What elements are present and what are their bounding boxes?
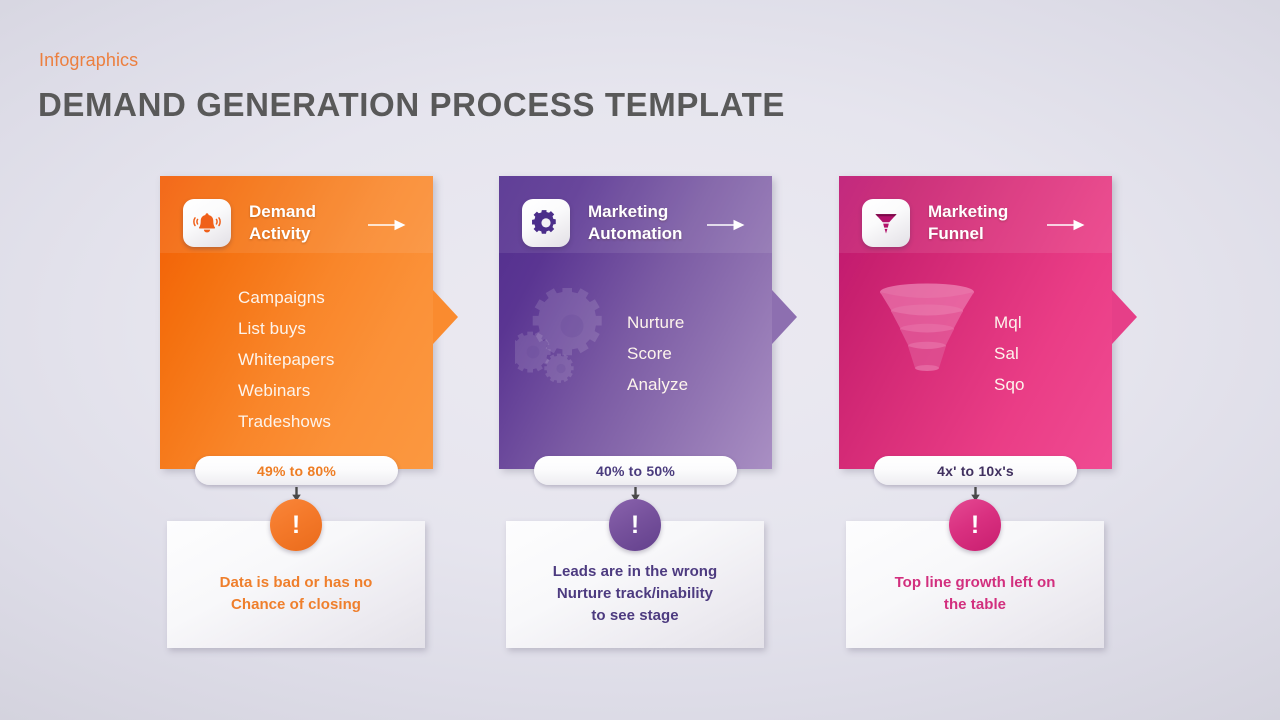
stage-item-list-marketing-automation: Nurture Score Analyze bbox=[627, 307, 688, 400]
stage-item-list-demand-activity: Campaigns List buys Whitepapers Webinars… bbox=[238, 282, 335, 437]
list-item: Analyze bbox=[627, 375, 689, 394]
exclamation-icon: ! bbox=[970, 510, 980, 539]
eyebrow-label: Infographics bbox=[39, 50, 139, 70]
stage-title-line2: Funnel bbox=[928, 224, 984, 243]
stage-title-line1: Marketing bbox=[588, 202, 669, 221]
stage-title-line2: Automation bbox=[588, 224, 683, 243]
stage-column-marketing-automation: Marketing Automation Nurture Score Analy… bbox=[499, 0, 839, 720]
stage-column-demand-activity: Demand Activity Campaigns List buys Whit… bbox=[160, 0, 500, 720]
stage-title-demand-activity: Demand Activity bbox=[249, 201, 379, 245]
stage-title-line1: Marketing bbox=[928, 202, 1009, 221]
list-item: Sal bbox=[994, 344, 1019, 363]
metric-pill-demand-activity: 49% to 80% bbox=[195, 456, 398, 485]
issue-note-line2: Chance of closing bbox=[230, 595, 362, 613]
arrow-right-icon bbox=[707, 219, 745, 231]
list-item: Sqo bbox=[994, 375, 1025, 394]
issue-note-line1: Top line growth left on bbox=[894, 573, 1056, 591]
metric-pill-marketing-funnel: 4x' to 10x's bbox=[874, 456, 1077, 485]
stage-connector-chevron bbox=[1112, 290, 1137, 344]
arrow-right-icon bbox=[1047, 219, 1085, 231]
list-item: Nurture bbox=[627, 313, 685, 332]
list-item: Score bbox=[627, 344, 672, 363]
list-item: Campaigns bbox=[238, 288, 325, 307]
exclamation-icon: ! bbox=[630, 510, 640, 539]
funnel-icon bbox=[862, 199, 910, 247]
list-item: Mql bbox=[994, 313, 1022, 332]
alert-badge-marketing-automation: ! bbox=[609, 499, 661, 551]
issue-note-text: Leads are in the wrong Nurture track/ina… bbox=[553, 561, 717, 627]
stage-title-marketing-automation: Marketing Automation bbox=[588, 201, 718, 245]
stage-column-marketing-funnel: Marketing Funnel Mql Sal Sqo 4x' to 10x'… bbox=[839, 0, 1179, 720]
issue-note-line3: to see stage bbox=[591, 606, 679, 624]
stage-connector-chevron bbox=[433, 290, 458, 344]
arrow-right-icon bbox=[368, 219, 406, 231]
stage-title-line1: Demand bbox=[249, 202, 317, 221]
issue-note-line2: the table bbox=[943, 595, 1007, 613]
exclamation-icon: ! bbox=[291, 510, 301, 539]
alert-badge-marketing-funnel: ! bbox=[949, 499, 1001, 551]
stage-connector-chevron bbox=[772, 290, 797, 344]
stage-title-marketing-funnel: Marketing Funnel bbox=[928, 201, 1058, 245]
stage-item-list-marketing-funnel: Mql Sal Sqo bbox=[994, 307, 1025, 400]
issue-note-line2: Nurture track/inability bbox=[556, 584, 714, 602]
issue-note-line1: Data is bad or has no bbox=[219, 573, 373, 591]
stage-title-line2: Activity bbox=[249, 224, 311, 243]
metric-pill-marketing-automation: 40% to 50% bbox=[534, 456, 737, 485]
issue-note-line1: Leads are in the wrong bbox=[552, 562, 718, 580]
issue-note-text: Top line growth left on the table bbox=[895, 572, 1056, 616]
list-item: List buys bbox=[238, 319, 306, 338]
slide-canvas: Infographics DEMAND GENERATION PROCESS T… bbox=[0, 0, 1280, 720]
list-item: Webinars bbox=[238, 381, 311, 400]
gear-icon bbox=[522, 199, 570, 247]
bell-icon bbox=[183, 199, 231, 247]
issue-note-text: Data is bad or has no Chance of closing bbox=[220, 572, 373, 616]
alert-badge-demand-activity: ! bbox=[270, 499, 322, 551]
list-item: Whitepapers bbox=[238, 350, 335, 369]
list-item: Tradeshows bbox=[238, 412, 331, 431]
